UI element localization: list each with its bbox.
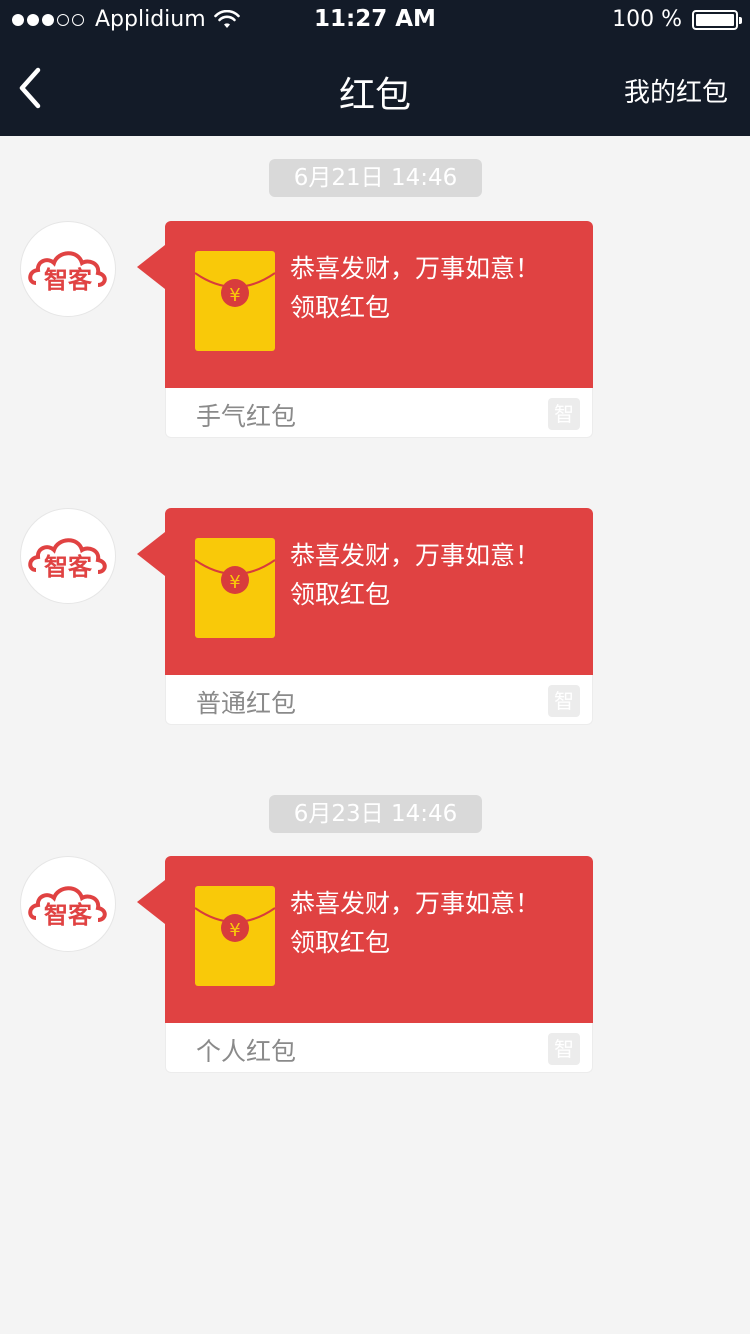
red-packet-body: ¥ 恭喜发财，万事如意！ 领取红包 — [165, 508, 593, 675]
battery-percentage: 100 % — [612, 7, 682, 32]
red-packet-message[interactable]: ¥ 恭喜发财，万事如意！ 领取红包 普通红包 智 — [137, 508, 593, 725]
greeting-line: 恭喜发财，万事如意！ — [290, 254, 541, 283]
avatar[interactable]: 智客 — [20, 856, 116, 952]
avatar[interactable]: 智客 — [20, 221, 116, 317]
bubble-tail — [137, 880, 165, 924]
app-badge: 智 — [548, 685, 580, 717]
svg-text:¥: ¥ — [229, 572, 240, 593]
svg-text:¥: ¥ — [229, 285, 240, 306]
claim-line: 领取红包 — [290, 928, 391, 957]
status-right: 100 % — [612, 7, 742, 32]
red-packet-greeting: 恭喜发财，万事如意！ 领取红包 — [290, 249, 580, 327]
red-packet-body: ¥ 恭喜发财，万事如意！ 领取红包 — [165, 856, 593, 1023]
red-packet-footer: 普通红包 智 — [165, 675, 593, 725]
battery-icon — [692, 9, 742, 30]
red-packet-footer: 手气红包 智 — [165, 388, 593, 438]
bubble-tail — [137, 532, 165, 576]
svg-text:¥: ¥ — [229, 920, 240, 941]
greeting-line: 恭喜发财，万事如意！ — [290, 889, 541, 918]
app-badge: 智 — [548, 1033, 580, 1065]
red-packet-footer: 个人红包 智 — [165, 1023, 593, 1073]
red-envelope-icon: ¥ — [195, 538, 275, 638]
claim-line: 领取红包 — [290, 293, 391, 322]
red-packet-greeting: 恭喜发财，万事如意！ 领取红包 — [290, 884, 580, 962]
red-packet-body: ¥ 恭喜发财，万事如意！ 领取红包 — [165, 221, 593, 388]
zhike-logo-icon: 智客 — [28, 538, 107, 581]
logo-text: 智客 — [44, 553, 93, 581]
app-badge: 智 — [548, 398, 580, 430]
timestamp-pill: 6月23日 14:46 — [269, 795, 482, 833]
red-packet-type: 手气红包 — [196, 402, 297, 431]
greeting-line: 恭喜发财，万事如意！ — [290, 541, 541, 570]
zhike-logo-icon: 智客 — [28, 886, 107, 929]
red-envelope-icon: ¥ — [195, 251, 275, 351]
red-envelope-icon: ¥ — [195, 886, 275, 986]
my-red-packets-button[interactable]: 我的红包 — [624, 72, 728, 109]
red-packet-type: 个人红包 — [196, 1037, 297, 1066]
red-packet-message[interactable]: ¥ 恭喜发财，万事如意！ 领取红包 个人红包 智 — [137, 856, 593, 1073]
red-packet-greeting: 恭喜发财，万事如意！ 领取红包 — [290, 536, 580, 614]
timestamp-pill: 6月21日 14:46 — [269, 159, 482, 197]
bubble-tail — [137, 245, 165, 289]
red-packet-type: 普通红包 — [196, 689, 297, 718]
status-bar: Applidium 11:27 AM 100 % — [0, 0, 750, 40]
claim-line: 领取红包 — [290, 580, 391, 609]
red-packet-message[interactable]: ¥ 恭喜发财，万事如意！ 领取红包 手气红包 智 — [137, 221, 593, 438]
logo-text: 智客 — [44, 901, 93, 929]
navigation-bar: Applidium 11:27 AM 100 % 红包 我的红包 — [0, 0, 750, 136]
chevron-left-icon — [19, 67, 41, 109]
back-button[interactable] — [14, 62, 54, 112]
zhike-logo-icon: 智客 — [28, 251, 107, 294]
avatar[interactable]: 智客 — [20, 508, 116, 604]
logo-text: 智客 — [44, 266, 93, 294]
